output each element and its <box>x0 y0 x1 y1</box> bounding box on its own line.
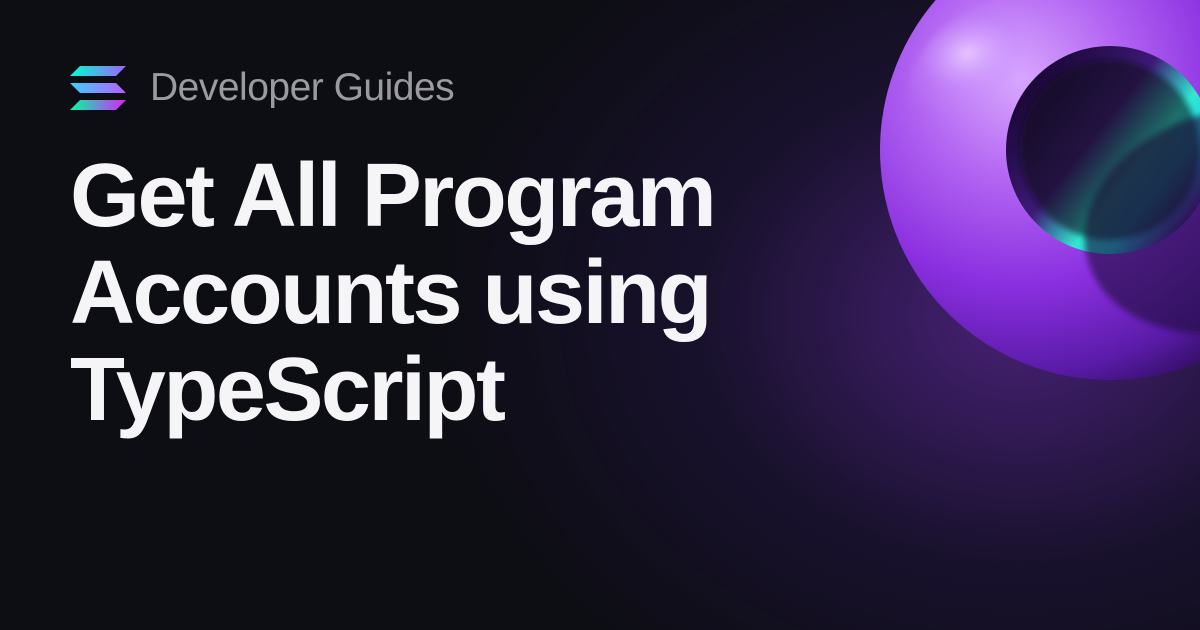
header-row: Developer Guides <box>70 64 940 112</box>
page-title: Get All Program Accounts using TypeScrip… <box>70 148 940 440</box>
solana-logo-icon <box>70 64 126 112</box>
content-block: Developer Guides Get All Program Account… <box>70 64 940 440</box>
page-subtitle: Developer Guides <box>150 66 454 110</box>
